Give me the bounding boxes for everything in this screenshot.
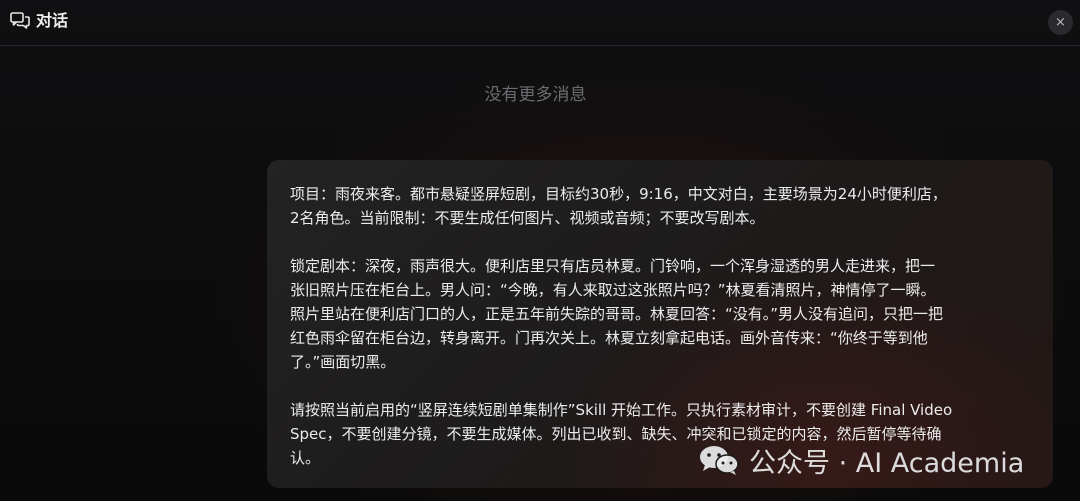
close-icon: × <box>1055 15 1066 30</box>
header-title: 对话 <box>36 11 69 30</box>
chat-window: 对话 × 没有更多消息 项目：雨夜来客。都市悬疑竖屏短剧，目标约30秒，9:16… <box>0 0 1080 501</box>
chat-bubbles-icon <box>10 12 30 29</box>
watermark: 公众号 · AI Academia <box>697 440 1024 480</box>
watermark-text: 公众号 · AI Academia <box>749 447 1025 479</box>
header-bar: 对话 × <box>0 0 1080 46</box>
no-more-messages-label: 没有更多消息 <box>484 85 587 105</box>
user-message-bubble: 项目：雨夜来客。都市悬疑竖屏短剧，目标约30秒，9:16，中文对白，主要场景为2… <box>267 160 1053 488</box>
message-paragraph-script: 锁定剧本：深夜，雨声很大。便利店里只有店员林夏。门铃响，一个浑身湿透的男人走进来… <box>290 257 944 371</box>
close-button[interactable]: × <box>1048 10 1073 35</box>
wechat-logo-icon <box>700 446 739 475</box>
message-paragraph-project: 项目：雨夜来客。都市悬疑竖屏短剧，目标约30秒，9:16，中文对白，主要场景为2… <box>290 185 947 227</box>
